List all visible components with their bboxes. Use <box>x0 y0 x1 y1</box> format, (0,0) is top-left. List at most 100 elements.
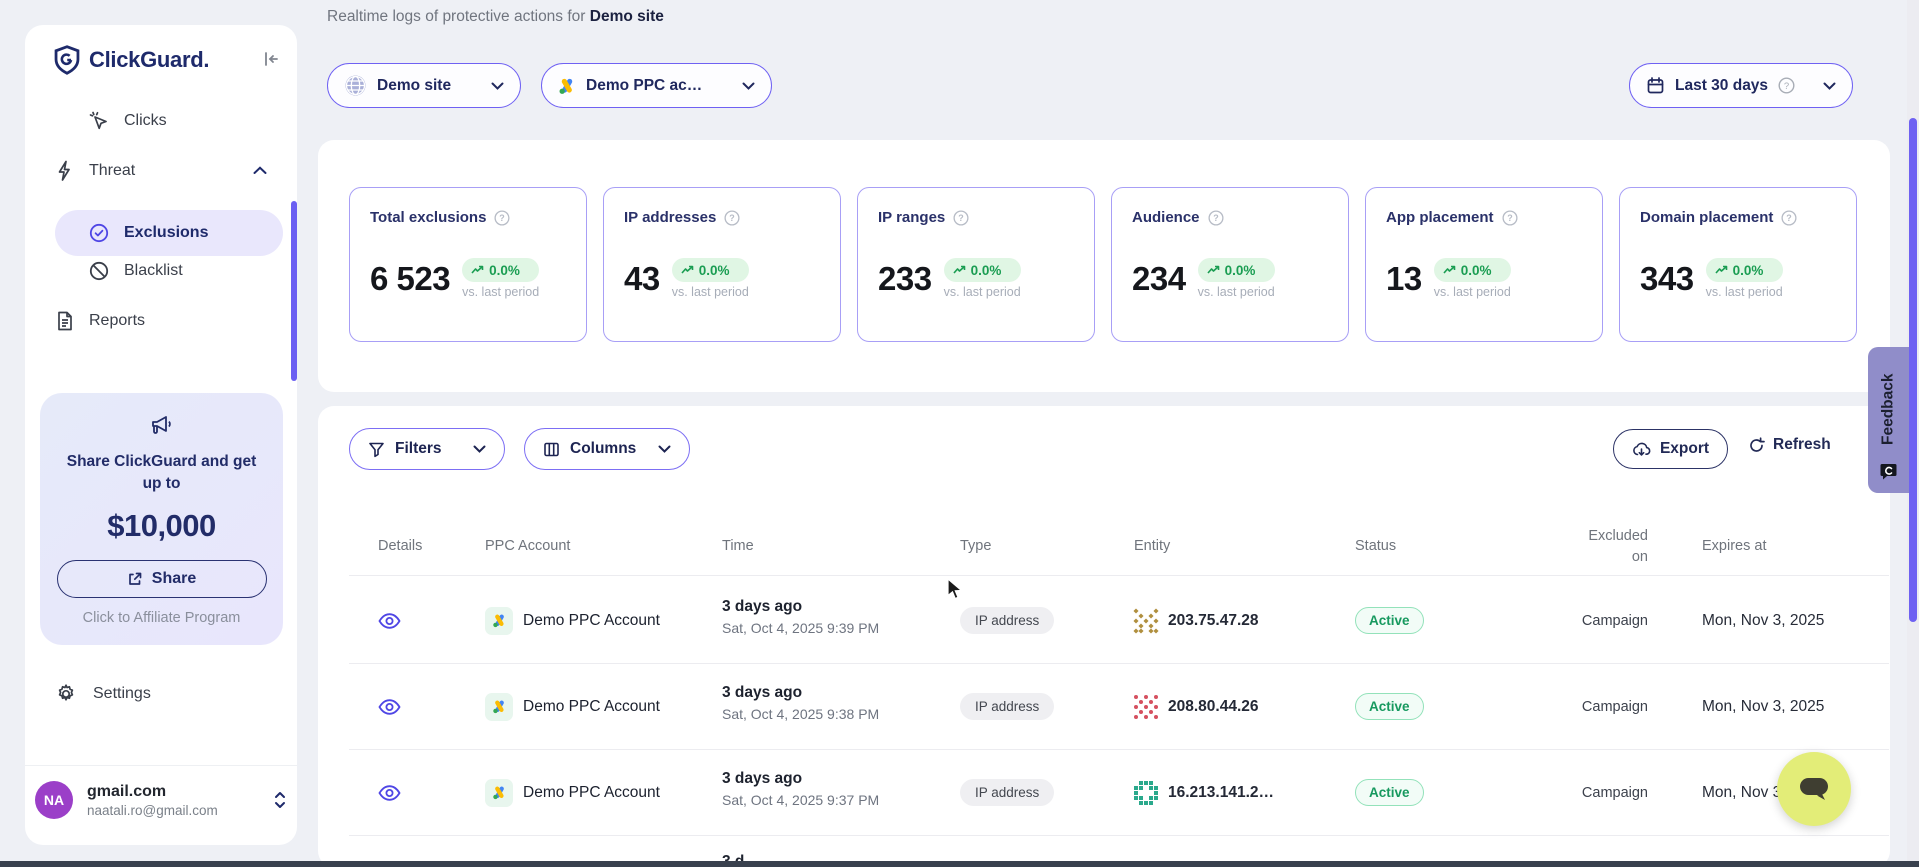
chat-launcher-button[interactable] <box>1777 752 1851 826</box>
feedback-tab[interactable]: Feedback <box>1868 347 1909 493</box>
chevron-down-icon <box>742 82 755 90</box>
google-ads-icon <box>485 607 513 635</box>
help-icon[interactable]: ? <box>1502 210 1518 226</box>
table-row: Demo PPC Account 3 days agoSat, Oct 4, 2… <box>349 750 1889 836</box>
stat-value: 43 <box>624 260 660 298</box>
table-row: Demo PPC Account 3 days agoSat, Oct 4, 2… <box>349 664 1889 750</box>
time-absolute: Sat, Oct 4, 2025 9:38 PM <box>722 706 879 722</box>
refresh-button[interactable]: Refresh <box>1748 436 1831 454</box>
excluded-on-value: Campaign <box>1582 785 1648 801</box>
sidebar-item-reports[interactable]: Reports <box>55 310 145 332</box>
stat-caption: vs. last period <box>672 285 749 299</box>
window-bottom-edge <box>0 861 1919 867</box>
svg-text:?: ? <box>1787 213 1792 223</box>
svg-text:?: ? <box>1784 81 1789 92</box>
ppc-account-name: Demo PPC Account <box>523 698 660 716</box>
table-row: Demo PPC Account 3 days agoSat, Oct 4, 2… <box>349 578 1889 664</box>
type-badge: IP address <box>960 779 1054 806</box>
export-label: Export <box>1660 440 1709 458</box>
sidebar-item-settings[interactable]: Settings <box>55 683 151 705</box>
sidebar-scrollbar[interactable] <box>291 201 297 381</box>
feedback-label: Feedback <box>1868 359 1909 459</box>
calendar-icon <box>1646 76 1665 95</box>
entity-value: 208.80.44.26 <box>1168 698 1259 716</box>
stat-delta: 0.0% <box>1225 263 1256 278</box>
ppc-account-name: Demo PPC Account <box>523 612 660 630</box>
document-icon <box>55 310 75 332</box>
col-entity: Entity <box>1134 538 1170 554</box>
site-selector[interactable]: Demo site <box>327 63 521 108</box>
sidebar-item-label: Reports <box>89 312 145 330</box>
svg-text:?: ? <box>500 213 505 223</box>
page-scrollbar-thumb[interactable] <box>1909 118 1917 622</box>
cloud-download-icon <box>1632 441 1651 458</box>
expires-at-value: Mon, Nov 3, 2025 <box>1702 612 1824 630</box>
chevron-up-icon[interactable] <box>253 166 267 175</box>
stat-caption: vs. last period <box>462 285 539 299</box>
avatar: NA <box>35 781 73 819</box>
stat-delta: 0.0% <box>1461 263 1492 278</box>
chat-bubble-icon <box>1798 775 1830 803</box>
sidebar-item-exclusions-content[interactable]: Exclusions <box>88 222 208 244</box>
stat-value: 233 <box>878 260 932 298</box>
stat-delta: 0.0% <box>699 263 730 278</box>
svg-text:?: ? <box>730 213 735 223</box>
help-icon[interactable]: ? <box>1781 210 1797 226</box>
stat-total-exclusions: Total exclusions? 6 523 0.0% vs. last pe… <box>349 187 587 342</box>
stat-ip-ranges: IP ranges? 233 0.0% vs. last period <box>857 187 1095 342</box>
google-ads-icon <box>558 77 576 95</box>
filters-button[interactable]: Filters <box>349 428 505 470</box>
stat-delta: 0.0% <box>1733 263 1764 278</box>
sidebar-item-blacklist[interactable]: Blacklist <box>88 260 183 282</box>
trend-up-icon <box>681 265 694 275</box>
user-menu[interactable]: NA gmail.com naatali.ro@gmail.com <box>35 781 287 819</box>
sidebar-item-label: Exclusions <box>124 224 208 242</box>
type-badge: IP address <box>960 693 1054 720</box>
stat-delta: 0.0% <box>971 263 1002 278</box>
date-range-selector[interactable]: Last 30 days ? <box>1629 63 1853 108</box>
chevron-down-icon <box>491 82 504 90</box>
promo-amount: $10,000 <box>40 508 283 544</box>
ppc-account-selector-label: Demo PPC ac… <box>586 77 702 95</box>
view-details-eye-icon[interactable] <box>378 785 401 801</box>
chevron-updown-icon <box>273 789 287 811</box>
stat-label: Domain placement <box>1640 209 1773 226</box>
ppc-account-selector[interactable]: Demo PPC ac… <box>541 63 772 108</box>
affiliate-promo-card[interactable]: Share ClickGuard and get up to $10,000 S… <box>40 393 283 645</box>
lightning-icon <box>55 160 75 182</box>
status-badge: Active <box>1355 607 1424 634</box>
expires-at-value: Mon, Nov 3, 2025 <box>1702 698 1824 716</box>
stats-card: Total exclusions? 6 523 0.0% vs. last pe… <box>318 140 1890 392</box>
subtitle-prefix: Realtime logs of protective actions for <box>327 8 585 25</box>
site-selector-label: Demo site <box>377 77 451 95</box>
ppc-account-name: Demo PPC Account <box>523 784 660 802</box>
columns-button[interactable]: Columns <box>524 428 690 470</box>
stat-label: IP addresses <box>624 209 716 226</box>
stat-label: Audience <box>1132 209 1200 226</box>
help-icon[interactable]: ? <box>724 210 740 226</box>
cursor-click-icon <box>88 110 110 132</box>
page-subtitle: Realtime logs of protective actions for … <box>327 8 664 26</box>
subtitle-site: Demo site <box>590 8 664 25</box>
entity-value: 16.213.141.2… <box>1168 784 1274 802</box>
sidebar-collapse-icon[interactable] <box>261 49 281 69</box>
status-badge: Active <box>1355 779 1424 806</box>
trend-up-icon <box>1715 265 1728 275</box>
entity-identicon <box>1134 609 1158 633</box>
status-badge: Active <box>1355 693 1424 720</box>
stat-value: 13 <box>1386 260 1422 298</box>
view-details-eye-icon[interactable] <box>378 613 401 629</box>
stat-audience: Audience? 234 0.0% vs. last period <box>1111 187 1349 342</box>
export-button[interactable]: Export <box>1613 429 1728 469</box>
sidebar-item-label: Settings <box>93 685 151 703</box>
help-icon[interactable]: ? <box>494 210 510 226</box>
sidebar-item-threat[interactable]: Threat <box>55 160 135 182</box>
view-details-eye-icon[interactable] <box>378 699 401 715</box>
share-button[interactable]: Share <box>57 560 267 598</box>
help-icon[interactable]: ? <box>953 210 969 226</box>
table-header-row: Details PPC Account Time Type Entity Sta… <box>349 520 1889 576</box>
stat-label: IP ranges <box>878 209 945 226</box>
help-icon[interactable]: ? <box>1208 210 1224 226</box>
sidebar-item-clicks[interactable]: Clicks <box>88 110 167 132</box>
promo-footnote[interactable]: Click to Affiliate Program <box>40 610 283 626</box>
